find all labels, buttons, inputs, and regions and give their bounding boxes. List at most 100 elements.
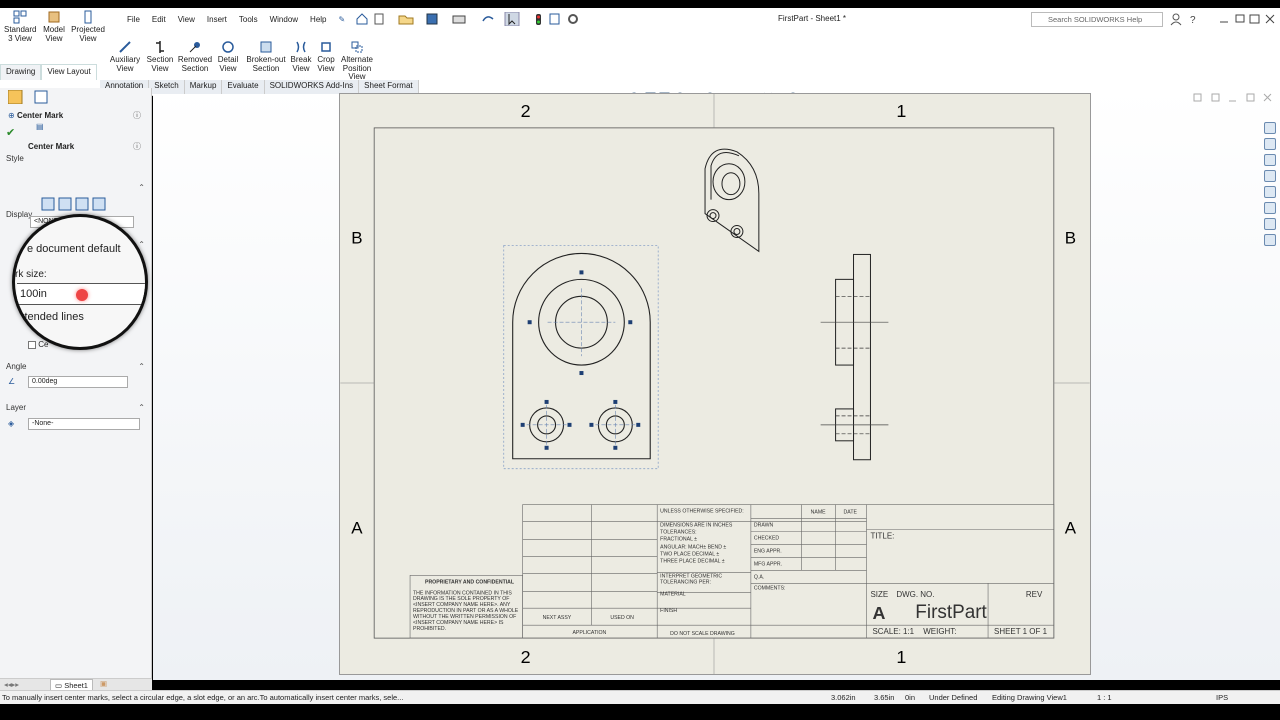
tile-icon[interactable] — [1193, 93, 1202, 102]
help-icon[interactable]: ? — [1190, 15, 1196, 26]
custom-properties-icon[interactable] — [1264, 218, 1276, 230]
layer-select[interactable]: -None- — [28, 418, 140, 430]
drawing-sheet[interactable]: 2 1 2 1 B B A A UNLESS OTHERWISE SPECIFI… — [339, 93, 1091, 675]
angle-label: Angle — [6, 362, 27, 371]
slot-center-mark-icon[interactable] — [92, 197, 106, 211]
menu-tools[interactable]: Tools — [233, 14, 264, 26]
close-icon[interactable] — [1265, 14, 1275, 24]
mark-size-label: rk size: — [15, 269, 47, 280]
menu-edit[interactable]: Edit — [146, 14, 172, 26]
property-manager: ⊕ Center Mark ⓘ ✔ ▤ Center Mark ⓘ Style … — [0, 88, 152, 680]
tab-markup[interactable]: Markup — [184, 80, 223, 94]
tab-view-layout[interactable]: View Layout — [41, 64, 97, 80]
undo-icon[interactable] — [482, 16, 494, 22]
angle-input[interactable]: 0.00deg — [28, 376, 128, 388]
single-center-mark-icon[interactable] — [41, 197, 55, 211]
appearances-icon[interactable] — [1264, 202, 1276, 214]
mark-size-input[interactable]: 100in — [17, 283, 145, 305]
centerline-checkbox[interactable]: Ce — [28, 340, 48, 349]
standard-3-view-icon — [13, 10, 27, 24]
file-properties-icon[interactable] — [549, 13, 560, 25]
removed-section-icon — [189, 42, 200, 53]
side-view[interactable] — [820, 253, 889, 461]
traffic-light-icon[interactable] — [536, 14, 541, 25]
select-icon[interactable] — [504, 12, 520, 26]
property-manager-tab-icon[interactable] — [34, 90, 48, 104]
front-view[interactable] — [503, 245, 659, 470]
menu-file[interactable]: File — [121, 14, 146, 26]
view-palette-icon[interactable] — [1264, 186, 1276, 198]
add-sheet-icon[interactable]: ▣ — [100, 679, 107, 688]
svg-text:WEIGHT:: WEIGHT: — [923, 627, 956, 636]
broken-out-section-button[interactable]: Broken-out Section — [246, 40, 286, 73]
menu-view[interactable]: View — [172, 14, 201, 26]
nav-arrows-icon[interactable]: ◂◂▸▸ — [4, 680, 19, 689]
maximize-icon[interactable] — [1246, 93, 1255, 102]
display-label: Display — [6, 210, 33, 219]
tab-sketch[interactable]: Sketch — [149, 80, 185, 94]
angle-caret-icon[interactable]: ⌃ — [138, 362, 145, 371]
tab-evaluate[interactable]: Evaluate — [222, 80, 265, 94]
search-input[interactable]: Search SOLIDWORKS Help — [1031, 12, 1163, 27]
isometric-view[interactable] — [704, 148, 760, 253]
pin-icon[interactable]: ✎ — [333, 14, 352, 26]
cursor-marker-icon — [76, 289, 88, 301]
solidworks-resources-icon[interactable] — [1264, 122, 1276, 134]
subsection-help-icon[interactable]: ⓘ — [133, 141, 141, 152]
checkbox-box[interactable] — [28, 340, 36, 349]
task-pane-tabs — [1264, 122, 1278, 250]
restore-icon[interactable] — [1235, 14, 1245, 23]
title-block: UNLESS OTHERWISE SPECIFIED: DIMENSIONS A… — [409, 504, 1055, 639]
user-icon[interactable] — [1170, 13, 1182, 26]
section-view-button[interactable]: Section View — [144, 40, 176, 73]
projected-view-button[interactable]: Projected View — [70, 10, 106, 43]
break-view-icon — [296, 41, 306, 53]
title-label: TITLE: — [870, 531, 894, 540]
model-view-button[interactable]: Model View — [40, 10, 68, 43]
break-view-button[interactable]: Break View — [288, 40, 314, 73]
auxiliary-view-button[interactable]: Auxiliary View — [108, 40, 142, 73]
svg-text:SCALE: 1:1: SCALE: 1:1 — [872, 627, 914, 636]
tab-drawing[interactable]: Drawing — [0, 64, 42, 80]
forum-icon[interactable] — [1264, 234, 1276, 246]
collapse-caret-icon[interactable]: ⌃ — [138, 183, 145, 192]
broken-out-section-icon — [260, 41, 272, 53]
status-units[interactable]: IPS — [1216, 691, 1228, 705]
help-icon[interactable]: ⓘ — [133, 110, 141, 121]
detail-view-button[interactable]: Detail View — [214, 40, 242, 73]
new-document-icon[interactable] — [374, 13, 384, 25]
status-scale[interactable]: 1 : 1 — [1097, 691, 1112, 705]
menu-bar: File Edit View Insert Tools Window Help … — [121, 14, 351, 26]
save-icon[interactable] — [426, 13, 438, 25]
print-icon[interactable] — [452, 15, 466, 24]
zone-left-b: B — [351, 228, 362, 247]
open-icon[interactable] — [398, 15, 414, 25]
removed-section-button[interactable]: Removed Section — [177, 40, 213, 73]
standard-3-view-button[interactable]: Standard 3 View — [4, 10, 36, 43]
close-icon[interactable] — [1263, 93, 1272, 102]
options-gear-icon[interactable] — [568, 14, 578, 24]
svg-text:DWG. NO.: DWG. NO. — [896, 590, 934, 599]
tab-solidworks-addins[interactable]: SOLIDWORKS Add-Ins — [264, 80, 360, 94]
home-icon[interactable] — [356, 13, 368, 25]
file-explorer-icon[interactable] — [1264, 170, 1276, 182]
alternate-position-view-button[interactable]: Alternate Position View — [339, 40, 375, 82]
collapse-caret-icon-2[interactable]: ⌃ — [138, 240, 145, 249]
layer-caret-icon[interactable]: ⌃ — [138, 403, 145, 412]
menu-window[interactable]: Window — [264, 14, 304, 26]
feature-manager-tab-icon[interactable] — [8, 90, 23, 104]
tab-sheet-format[interactable]: Sheet Format — [359, 80, 419, 94]
crop-view-button[interactable]: Crop View — [314, 40, 338, 73]
design-library-icon[interactable] — [1264, 154, 1276, 166]
restore-icon[interactable] — [1211, 93, 1220, 102]
svg-text:TOLERANCES:: TOLERANCES: — [660, 529, 696, 535]
ok-check-icon[interactable]: ✔ — [6, 126, 15, 139]
circular-center-mark-icon[interactable] — [75, 197, 89, 211]
maximize-icon[interactable] — [1249, 14, 1260, 24]
zone-right-a: A — [1065, 518, 1077, 537]
home-icon[interactable] — [1264, 138, 1276, 150]
menu-help[interactable]: Help — [304, 14, 332, 26]
center-mark-icon: ⊕ — [8, 111, 15, 120]
menu-insert[interactable]: Insert — [201, 14, 233, 26]
linear-center-mark-icon[interactable] — [58, 197, 72, 211]
